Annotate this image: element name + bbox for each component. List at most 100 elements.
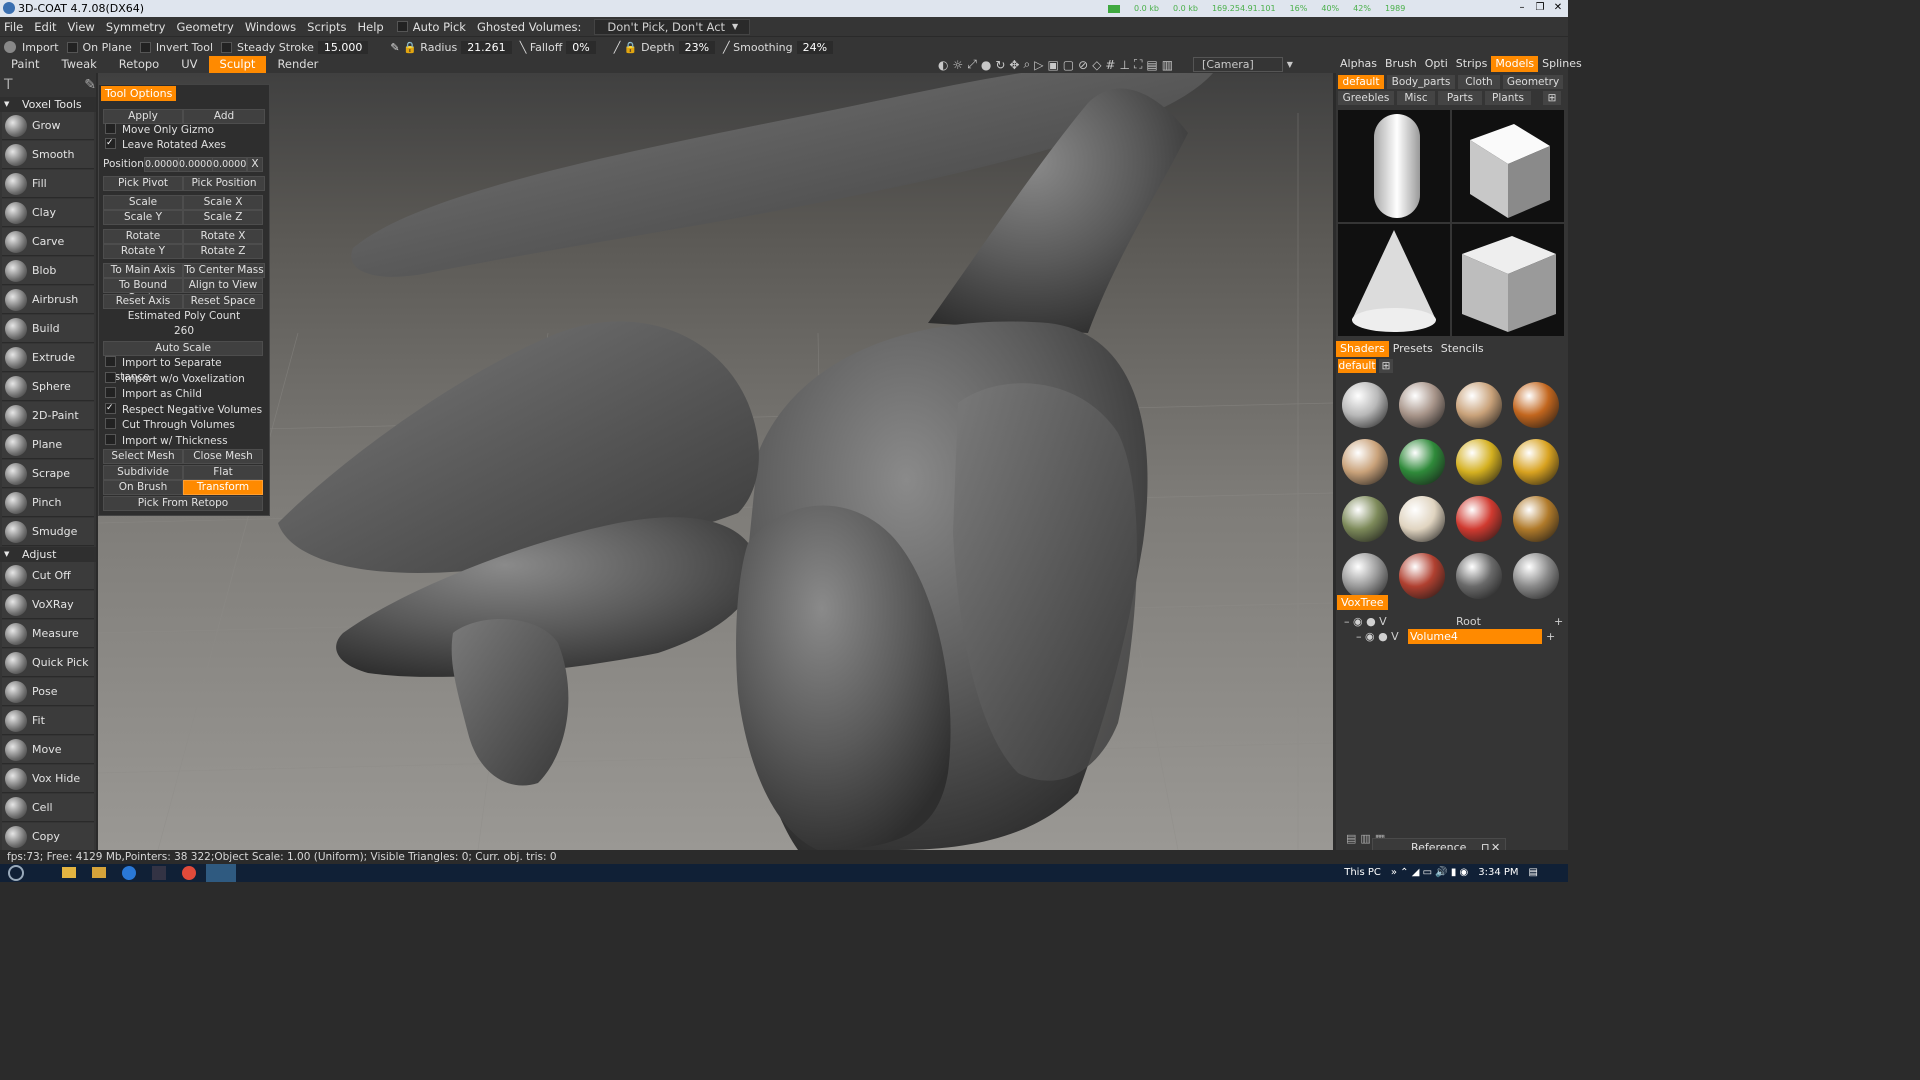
frame-all-icon[interactable]: ▣ <box>1047 58 1058 72</box>
render-icon[interactable]: ▥ <box>1162 58 1173 72</box>
gizmo-icon[interactable]: ⤢ <box>967 57 977 72</box>
move-only-gizmo-option[interactable]: Move Only Gizmo <box>105 123 214 137</box>
add-select[interactable]: Add <box>183 109 265 124</box>
depth-control[interactable]: ╱ 🔒 Depth 23% <box>614 40 716 54</box>
shader-swatch[interactable] <box>1342 439 1388 485</box>
chrome-icon[interactable] <box>182 866 196 880</box>
folder-icon[interactable] <box>92 867 106 878</box>
import-separate-checkbox[interactable] <box>105 356 116 367</box>
pick-position-select[interactable]: Pick Position <box>183 176 265 191</box>
tool-build[interactable]: Build <box>2 315 94 343</box>
menu-geometry[interactable]: Geometry <box>172 20 240 34</box>
tool-fit[interactable]: Fit <box>2 707 94 735</box>
depth-value[interactable]: 23% <box>678 40 716 54</box>
align-to-view-button[interactable]: Align to View <box>183 278 263 293</box>
shader-swatch[interactable] <box>1513 439 1559 485</box>
tool-extrude[interactable]: Extrude <box>2 344 94 372</box>
steady-stroke-toggle[interactable]: Steady Stroke 15.000 <box>221 40 369 54</box>
tool-blob[interactable]: Blob <box>2 257 94 285</box>
import-as-child-option[interactable]: Import as Child <box>105 387 202 401</box>
eye-icon[interactable]: – ◉ ● V <box>1344 615 1387 628</box>
notification-icon[interactable]: ▤ <box>1529 864 1538 882</box>
import-thickness-checkbox[interactable] <box>105 434 116 445</box>
close-mesh-button[interactable]: Close Mesh <box>183 449 263 464</box>
scale-y-button[interactable]: Scale Y <box>103 210 183 225</box>
tool-pose[interactable]: Pose <box>2 678 94 706</box>
auto-scale-button[interactable]: Auto Scale <box>103 341 263 356</box>
start-icon[interactable] <box>8 865 24 881</box>
falloff-control[interactable]: ╲ Falloff 0% <box>520 40 596 54</box>
respect-negative-option[interactable]: Respect Negative Volumes <box>105 401 262 417</box>
radius-value[interactable]: 21.261 <box>461 40 512 54</box>
no-symmetry-icon[interactable]: ⊘ <box>1078 58 1088 72</box>
add-category-icon[interactable]: ⊞ <box>1543 91 1561 105</box>
3dcoat-task-icon[interactable] <box>206 864 236 882</box>
shader-category-default[interactable]: default <box>1338 359 1376 373</box>
shader-swatch[interactable] <box>1399 496 1445 542</box>
fullscreen-icon[interactable]: ⛶ <box>1134 57 1142 72</box>
voxtree-root-row[interactable]: – ◉ ● V Root + <box>1344 614 1566 629</box>
chevron-down-icon[interactable]: ▼ <box>1287 60 1293 69</box>
pick-from-retopo-button[interactable]: Pick From Retopo <box>103 496 263 511</box>
invert-tool-toggle[interactable]: Invert Tool <box>139 41 213 54</box>
category-cloth[interactable]: Cloth <box>1458 75 1500 89</box>
tool-grow[interactable]: Grow <box>2 112 94 140</box>
position-z-field[interactable]: 0.0000 <box>212 157 247 172</box>
tool-move[interactable]: Move <box>2 736 94 764</box>
add-icon[interactable]: + <box>1546 629 1555 644</box>
leave-rotated-axes-checkbox[interactable] <box>105 136 116 150</box>
pen-icon[interactable]: ✎ <box>84 77 96 93</box>
rotate-view-icon[interactable]: ↻ <box>995 58 1005 72</box>
scale-button[interactable]: Scale <box>103 195 183 210</box>
play-icon[interactable]: ▷ <box>1034 58 1043 72</box>
chart-app-icon[interactable] <box>152 866 166 880</box>
import-tool[interactable]: Import <box>4 41 59 54</box>
to-center-mass-button[interactable]: To Center Mass <box>183 263 265 278</box>
model-rounded-box[interactable] <box>1452 224 1564 336</box>
leave-rotated-axes-option[interactable]: Leave Rotated Axes <box>105 136 226 152</box>
menu-file[interactable]: File <box>0 20 30 34</box>
category-geometry[interactable]: Geometry <box>1503 75 1563 89</box>
rotate-x-button[interactable]: Rotate X <box>183 229 263 244</box>
shader-swatch[interactable] <box>1456 553 1502 599</box>
shader-swatch[interactable] <box>1513 553 1559 599</box>
menu-scripts[interactable]: Scripts <box>303 20 353 34</box>
tool-vox-hide[interactable]: Vox Hide <box>2 765 94 793</box>
respect-negative-checkbox[interactable] <box>105 401 116 415</box>
tab-render[interactable]: Render <box>266 56 329 73</box>
shader-swatch[interactable] <box>1456 496 1502 542</box>
tool-airbrush[interactable]: Airbrush <box>2 286 94 314</box>
chevron-down-icon[interactable]: ▼ <box>732 22 738 31</box>
add-shader-category-icon[interactable]: ⊞ <box>1379 359 1393 373</box>
tool-smooth[interactable]: Smooth <box>2 141 94 169</box>
tool-carve[interactable]: Carve <box>2 228 94 256</box>
tool-clay[interactable]: Clay <box>2 199 94 227</box>
grid-icon[interactable]: # <box>1105 58 1115 72</box>
scale-x-button[interactable]: Scale X <box>183 195 263 210</box>
model-box[interactable] <box>1452 110 1564 222</box>
import-as-child-checkbox[interactable] <box>105 387 116 398</box>
radius-control[interactable]: ✎ 🔒 Radius 21.261 <box>390 40 512 54</box>
tool-measure[interactable]: Measure <box>2 620 94 648</box>
tab-strips[interactable]: Strips <box>1452 56 1492 72</box>
category-body-parts[interactable]: Body_parts <box>1387 75 1455 89</box>
to-main-axis-button[interactable]: To Main Axis <box>103 263 183 278</box>
import-thickness-option[interactable]: Import w/ Thickness <box>105 434 228 448</box>
tab-retopo[interactable]: Retopo <box>108 56 170 73</box>
tool-options-title[interactable]: Tool Options <box>101 86 177 101</box>
tool-quick-pick[interactable]: Quick Pick <box>2 649 94 677</box>
tool-voxray[interactable]: VoXRay <box>2 591 94 619</box>
menu-symmetry[interactable]: Symmetry <box>102 20 173 34</box>
on-brush-button[interactable]: On Brush <box>103 480 183 495</box>
axis-icon[interactable]: ⊥ <box>1119 58 1129 72</box>
screenshot-icon[interactable]: ▤ <box>1146 58 1157 72</box>
tab-paint[interactable]: Paint <box>0 56 50 73</box>
shader-swatch[interactable] <box>1456 382 1502 428</box>
rotate-button[interactable]: Rotate <box>103 229 183 244</box>
import-wo-vox-checkbox[interactable] <box>105 372 116 383</box>
tool-plane[interactable]: Plane <box>2 431 94 459</box>
cut-through-checkbox[interactable] <box>105 418 116 429</box>
voxtree-title[interactable]: VoxTree <box>1337 595 1388 610</box>
tool-scrape[interactable]: Scrape <box>2 460 94 488</box>
import-wo-vox-option[interactable]: Import w/o Voxelization <box>105 372 245 386</box>
